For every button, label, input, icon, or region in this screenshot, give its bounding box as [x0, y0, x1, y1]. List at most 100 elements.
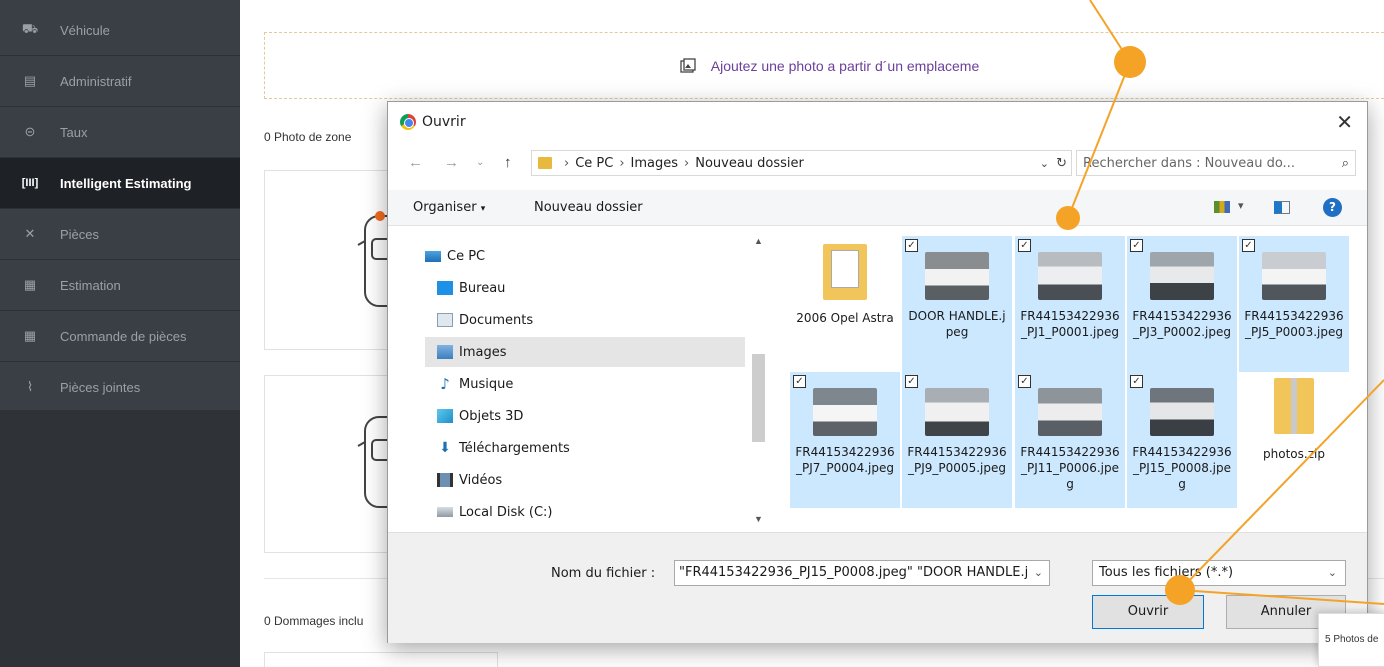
path-nouveau-dossier[interactable]: Nouveau dossier	[695, 156, 804, 171]
tree-scrollbar[interactable]: ▲ ▼	[750, 232, 768, 532]
file-item-selected[interactable]: ✓ FR44153422936_PJ9_P0005.jpeg	[902, 372, 1012, 508]
sidebar-item-vehicule[interactable]: ⛟ Véhicule	[0, 5, 240, 56]
file-name: DOOR HANDLE.jpeg	[908, 309, 1006, 339]
sidebar-item-taux[interactable]: ⊝ Taux	[0, 107, 240, 158]
file-item-selected[interactable]: ✓ DOOR HANDLE.jpeg	[902, 236, 1012, 372]
scroll-up-icon[interactable]: ▲	[754, 236, 763, 246]
folder-icon	[823, 244, 867, 300]
open-button[interactable]: Ouvrir	[1092, 595, 1204, 629]
preview-pane-icon[interactable]	[1274, 201, 1290, 214]
dialog-title: Ouvrir	[422, 114, 466, 130]
image-thumbnail	[1150, 388, 1214, 436]
search-placeholder: Rechercher dans : Nouveau do...	[1083, 155, 1295, 171]
file-name: FR44153422936_PJ5_P0003.jpeg	[1244, 309, 1344, 339]
chrome-icon	[400, 114, 416, 130]
refresh-icon[interactable]: ↻	[1056, 156, 1067, 171]
tree-item-videos[interactable]: Vidéos	[437, 465, 757, 495]
tree-item-label: Local Disk (C:)	[459, 504, 553, 520]
chevron-down-icon[interactable]: ⌄	[1034, 561, 1043, 585]
dialog-titlebar[interactable]: Ouvrir ✕	[388, 102, 1367, 142]
tree-item-label: Images	[459, 344, 507, 360]
chevron-down-icon[interactable]: ⌄	[1040, 157, 1049, 170]
photo-upload-icon	[680, 57, 696, 73]
file-name: 2006 Opel Astra	[796, 311, 894, 325]
filename-input[interactable]: "FR44153422936_PJ15_P0008.jpeg" "DOOR HA…	[674, 560, 1050, 586]
filename-value: "FR44153422936_PJ15_P0008.jpeg" "DOOR HA…	[679, 565, 1029, 580]
tree-item-ce-pc[interactable]: Ce PC	[425, 241, 745, 271]
file-item-folder[interactable]: 2006 Opel Astra	[790, 236, 900, 372]
view-options-icon[interactable]	[1214, 201, 1230, 213]
checkbox-checked[interactable]: ✓	[1130, 239, 1143, 252]
sidebar-item-commande-de-pieces[interactable]: ▦ Commande de pièces	[0, 311, 240, 362]
file-name: FR44153422936_PJ7_P0004.jpeg	[795, 445, 895, 475]
file-item-selected[interactable]: ✓ FR44153422936_PJ3_P0002.jpeg	[1127, 236, 1237, 372]
path-ce-pc[interactable]: Ce PC	[575, 156, 613, 171]
chevron-down-icon[interactable]: ▾	[1238, 199, 1244, 212]
tree-item-images[interactable]: Images	[425, 337, 745, 367]
search-icon[interactable]: ⌕	[1342, 156, 1349, 171]
up-arrow-icon[interactable]: ↑	[504, 154, 512, 171]
zone-card-top[interactable]	[264, 170, 406, 350]
checkbox-checked[interactable]: ✓	[905, 375, 918, 388]
file-item-selected[interactable]: ✓ FR44153422936_PJ5_P0003.jpeg	[1239, 236, 1349, 372]
file-item-selected[interactable]: ✓ FR44153422936_PJ11_P0006.jpeg	[1015, 372, 1125, 508]
tree-item-label: Ce PC	[447, 248, 486, 264]
file-item-selected[interactable]: ✓ FR44153422936_PJ7_P0004.jpeg	[790, 372, 900, 508]
checkbox-checked[interactable]: ✓	[793, 375, 806, 388]
image-thumbnail	[1038, 252, 1102, 300]
zone-card-bottom[interactable]	[264, 375, 406, 553]
checkbox-checked[interactable]: ✓	[1130, 375, 1143, 388]
tree-item-label: Téléchargements	[459, 440, 570, 456]
file-type-filter-value: Tous les fichiers (*.*)	[1099, 565, 1234, 580]
sidebar-item-label: Estimation	[60, 277, 121, 293]
sidebar-item-label: Administratif	[60, 73, 132, 89]
file-grid: 2006 Opel Astra ✓ DOOR HANDLE.jpeg ✓ FR4…	[778, 226, 1353, 532]
tree-item-objets-3d[interactable]: Objets 3D	[437, 401, 757, 431]
file-name: FR44153422936_PJ9_P0005.jpeg	[907, 445, 1007, 475]
tree-item-local-disk[interactable]: Local Disk (C:)	[437, 497, 757, 527]
checkbox-checked[interactable]: ✓	[905, 239, 918, 252]
checkbox-checked[interactable]: ✓	[1018, 375, 1031, 388]
chevron-down-icon[interactable]: ⌄	[1328, 561, 1337, 585]
tree-item-label: Vidéos	[459, 472, 503, 488]
sidebar-item-pieces-jointes[interactable]: ⌇ Pièces jointes	[0, 362, 240, 413]
path-breadcrumb[interactable]: › Ce PC › Images › Nouveau dossier ⌄ ↻	[531, 150, 1072, 176]
sidebar-item-intelligent-estimating[interactable]: [III] Intelligent Estimating	[0, 158, 240, 209]
file-name: FR44153422936_PJ11_P0006.jpeg	[1020, 445, 1120, 491]
tree-item-bureau[interactable]: Bureau	[437, 273, 757, 303]
file-item-selected[interactable]: ✓ FR44153422936_PJ15_P0008.jpeg	[1127, 372, 1237, 508]
checkbox-checked[interactable]: ✓	[1018, 239, 1031, 252]
scrollbar-thumb[interactable]	[752, 354, 765, 442]
tree-item-musique[interactable]: ♪ Musique	[437, 369, 757, 399]
zip-folder-icon	[1274, 378, 1314, 434]
back-arrow-icon[interactable]: ←	[408, 154, 423, 171]
forward-arrow-icon[interactable]: →	[444, 154, 459, 171]
sidebar-item-administratif[interactable]: ▤ Administratif	[0, 56, 240, 107]
help-icon[interactable]: ?	[1323, 198, 1342, 217]
sidebar-item-estimation[interactable]: ▦ Estimation	[0, 260, 240, 311]
tree-item-telechargements[interactable]: ⬇ Téléchargements	[437, 433, 757, 463]
organize-button[interactable]: Organiser ▾	[413, 200, 485, 215]
sidebar-item-pieces[interactable]: ✕ Pièces	[0, 209, 240, 260]
image-thumbnail	[1150, 252, 1214, 300]
sidebar: ⛟ Véhicule ▤ Administratif ⊝ Taux [III] …	[0, 0, 240, 667]
music-icon: ♪	[440, 375, 450, 393]
close-icon[interactable]: ✕	[1336, 110, 1353, 135]
file-item-selected[interactable]: ✓ FR44153422936_PJ1_P0001.jpeg	[1015, 236, 1125, 372]
damage-card[interactable]	[264, 652, 498, 667]
checkbox-checked[interactable]: ✓	[1242, 239, 1255, 252]
search-input[interactable]: Rechercher dans : Nouveau do... ⌕	[1076, 150, 1356, 176]
order-icon: ▦	[23, 328, 37, 343]
image-thumbnail	[925, 252, 989, 300]
recent-dropdown-icon[interactable]: ⌄	[476, 157, 484, 168]
scroll-down-icon[interactable]: ▼	[754, 514, 763, 524]
file-type-filter[interactable]: Tous les fichiers (*.*) ⌄	[1092, 560, 1346, 586]
sidebar-item-label: Intelligent Estimating	[60, 175, 192, 191]
file-item-zip[interactable]: photos.zip	[1239, 372, 1349, 508]
car-icon: ⛟	[21, 21, 39, 36]
path-images[interactable]: Images	[631, 156, 679, 171]
new-folder-button[interactable]: Nouveau dossier	[534, 200, 643, 215]
upload-photo-bar[interactable]: Ajoutez une photo a partir d´un emplacem…	[264, 32, 1384, 99]
tree-item-documents[interactable]: Documents	[437, 305, 757, 335]
file-name: FR44153422936_PJ1_P0001.jpeg	[1020, 309, 1120, 339]
